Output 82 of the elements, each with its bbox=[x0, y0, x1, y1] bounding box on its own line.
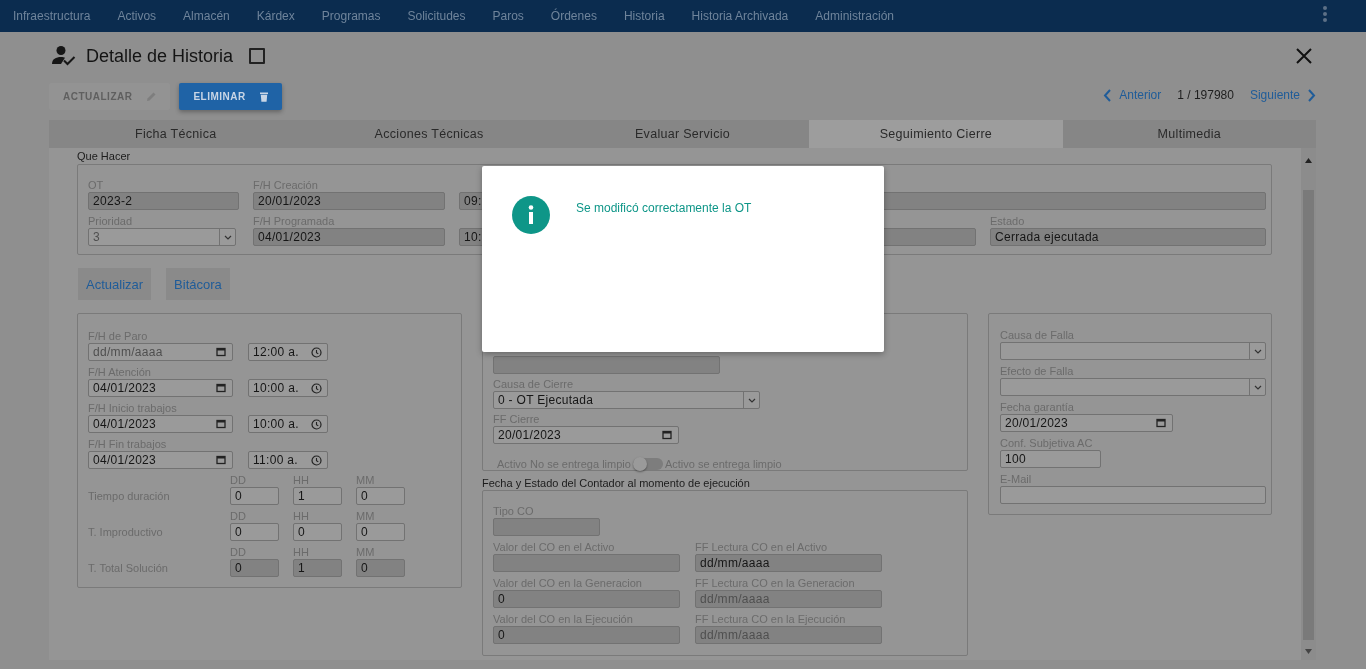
input-field[interactable] bbox=[493, 554, 680, 572]
delete-button[interactable]: ELIMINAR bbox=[179, 83, 282, 110]
calendar-icon bbox=[662, 430, 672, 440]
calendar-icon bbox=[216, 383, 226, 393]
calendar-icon bbox=[1156, 418, 1166, 428]
time-field[interactable]: 11:00 a. bbox=[248, 451, 328, 469]
nav-item[interactable]: Programas bbox=[321, 9, 381, 23]
clock-icon bbox=[311, 346, 322, 358]
input-field[interactable]: 0 bbox=[356, 523, 405, 541]
info-icon bbox=[512, 196, 550, 234]
time-field[interactable]: 10:00 a. bbox=[248, 379, 328, 397]
scroll-up-icon[interactable] bbox=[1305, 158, 1312, 163]
tab[interactable]: Seguimiento Cierre bbox=[809, 120, 1063, 148]
nav-item[interactable]: Solicitudes bbox=[407, 9, 466, 23]
input-field[interactable]: 20/01/2023 bbox=[253, 192, 445, 210]
chevron-left-icon bbox=[1103, 88, 1112, 102]
scrollbar[interactable] bbox=[1301, 148, 1316, 660]
input-field[interactable]: 04/01/2023 bbox=[253, 228, 445, 246]
input-field[interactable]: 0 bbox=[356, 487, 405, 505]
page-title: Detalle de Historia bbox=[86, 45, 234, 67]
input-field[interactable]: Cerrada ejecutada bbox=[990, 228, 1266, 246]
nav-item[interactable]: Kárdex bbox=[256, 9, 295, 23]
time-field[interactable]: 12:00 a. bbox=[248, 343, 328, 361]
input-field[interactable]: dd/mm/aaaa bbox=[695, 554, 882, 572]
input-field[interactable]: 100 bbox=[1000, 450, 1101, 468]
nav-item[interactable]: Paros bbox=[492, 9, 524, 23]
tab[interactable]: Evaluar Servicio bbox=[555, 120, 810, 148]
input-field[interactable]: 0 bbox=[230, 523, 279, 541]
date-field[interactable]: 04/01/2023 bbox=[88, 379, 233, 397]
nav-item[interactable]: Almacén bbox=[183, 9, 230, 23]
time-field[interactable]: 10:00 a. bbox=[248, 415, 328, 433]
date-field[interactable]: 04/01/2023 bbox=[88, 415, 233, 433]
caret-icon bbox=[747, 397, 756, 403]
input-field[interactable] bbox=[1000, 486, 1266, 504]
toggle-switch[interactable] bbox=[632, 458, 663, 470]
user-check-icon bbox=[52, 45, 76, 67]
calendar-icon bbox=[216, 419, 226, 429]
select-field[interactable] bbox=[1000, 342, 1266, 360]
chevron-right-icon bbox=[1308, 88, 1316, 102]
nav-item[interactable]: Administración bbox=[815, 9, 894, 23]
section-legend: Que Hacer bbox=[77, 150, 1272, 162]
select-field[interactable] bbox=[1000, 378, 1266, 396]
input-field[interactable]: 0 bbox=[356, 559, 405, 577]
nav-item[interactable]: Historia Archivada bbox=[691, 9, 789, 23]
tab[interactable]: Ficha Técnica bbox=[49, 120, 303, 148]
input-field[interactable]: 0 bbox=[230, 559, 279, 577]
calendar-icon bbox=[216, 455, 226, 465]
input-field[interactable]: 0 bbox=[493, 590, 680, 608]
input-field[interactable]: 1 bbox=[293, 559, 342, 577]
section-legend: Fecha y Estado del Contador al momento de ejecución bbox=[482, 477, 968, 489]
input-field[interactable] bbox=[493, 518, 600, 536]
date-field[interactable]: 20/01/2023 bbox=[1000, 414, 1173, 432]
caret-icon bbox=[223, 234, 232, 240]
dialog-message: Se modificó correctamente la OT bbox=[576, 201, 752, 215]
clock-icon bbox=[311, 418, 322, 430]
caret-icon bbox=[1253, 384, 1262, 390]
calendar-icon bbox=[216, 347, 226, 357]
date-field[interactable]: 20/01/2023 bbox=[493, 426, 679, 444]
clock-icon bbox=[311, 454, 322, 466]
checkbox[interactable] bbox=[249, 48, 266, 64]
nav-item[interactable]: Historia bbox=[623, 9, 665, 23]
more-icon[interactable] bbox=[1322, 5, 1328, 23]
input-field[interactable]: 0 bbox=[293, 523, 342, 541]
input-field[interactable]: 0 bbox=[493, 626, 680, 644]
input-field[interactable] bbox=[493, 356, 720, 374]
input-field[interactable]: 0 bbox=[230, 487, 279, 505]
input-field[interactable]: 2023-2 bbox=[88, 192, 239, 210]
tab[interactable]: Acciones Técnicas bbox=[302, 120, 556, 148]
nav-item[interactable]: Activos bbox=[117, 9, 157, 23]
page-position: 1 / 197980 bbox=[1177, 88, 1234, 102]
tab[interactable]: Multimedia bbox=[1062, 120, 1317, 148]
input-field[interactable]: 1 bbox=[293, 487, 342, 505]
scroll-down-icon[interactable] bbox=[1305, 649, 1312, 654]
caret-icon bbox=[1253, 348, 1262, 354]
date-field[interactable]: dd/mm/aaaa bbox=[88, 343, 233, 361]
date-field[interactable]: 04/01/2023 bbox=[88, 451, 233, 469]
close-icon[interactable] bbox=[1296, 48, 1312, 64]
select-field[interactable]: 0 - OT Ejecutada bbox=[493, 391, 760, 409]
trash-icon bbox=[259, 91, 268, 102]
nav-item[interactable]: Infraestructura bbox=[13, 9, 91, 23]
nav-item[interactable]: Órdenes bbox=[550, 9, 597, 23]
clock-icon bbox=[311, 382, 322, 394]
